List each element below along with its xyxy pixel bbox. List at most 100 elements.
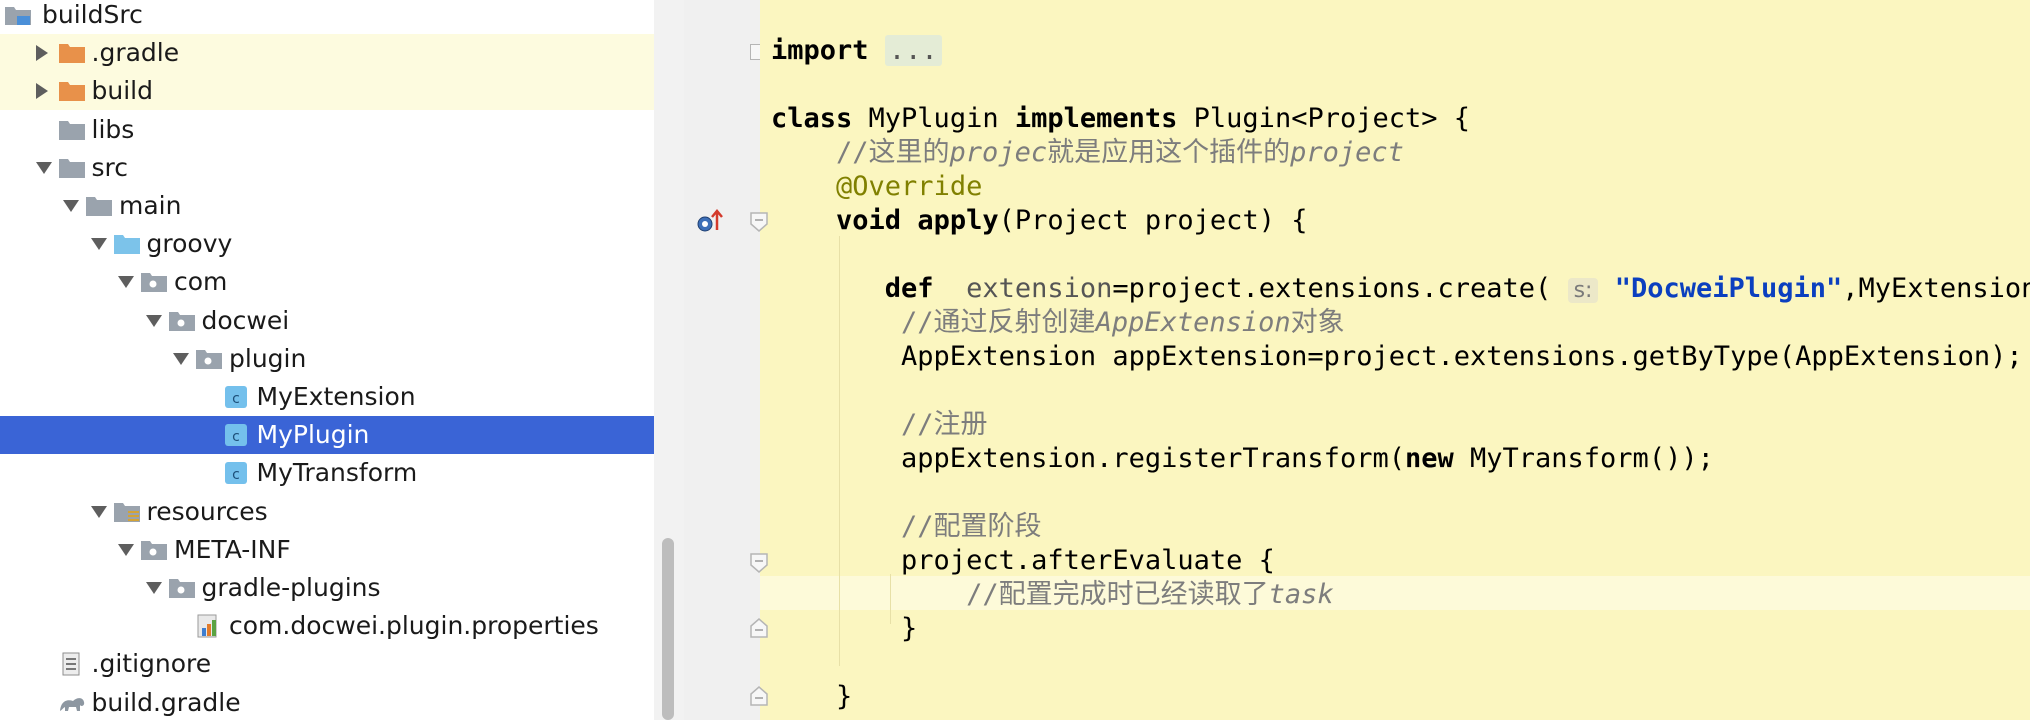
code-token: projec [949, 137, 1048, 168]
tree-item-label: MyTransform [256, 458, 418, 488]
tree-item[interactable]: META-INF [0, 531, 654, 569]
svg-text:c: c [232, 391, 240, 407]
expand-arrow-icon[interactable] [118, 543, 134, 556]
expand-arrow-icon[interactable] [35, 161, 52, 174]
code-line[interactable]: } [771, 680, 852, 714]
tree-item[interactable]: c MyExtension [0, 378, 654, 416]
tree-item[interactable]: resources [0, 493, 654, 531]
code-line[interactable]: appExtension.registerTransform(new MyTra… [771, 442, 1714, 476]
code-token: ... [884, 35, 942, 66]
code-token: implements [1014, 103, 1178, 134]
package-icon [168, 576, 196, 600]
project-tree[interactable]: buildSrc .gradle build libs src main groovy com… [0, 0, 654, 720]
code-line[interactable]: AppExtension appExtension=project.extens… [771, 340, 2023, 374]
editor-gutter[interactable] [684, 0, 766, 720]
source-folder-icon [113, 232, 141, 256]
code-line[interactable]: //通过反射创建AppExtension对象 [771, 306, 1345, 340]
tree-item[interactable]: .gradle [0, 34, 654, 73]
code-token: MyTransform()); [1453, 443, 1714, 474]
module-folder-icon [4, 3, 32, 27]
expand-arrow-icon[interactable] [145, 314, 162, 327]
code-line[interactable]: @Override [771, 170, 982, 204]
code-line[interactable]: project.afterEvaluate { [771, 544, 1275, 578]
code-token: apply [917, 205, 999, 236]
tree-item-label: META-INF [174, 534, 291, 564]
tree-item-label: docwei [201, 305, 290, 335]
code-line[interactable]: def extension=project.extensions.create(… [771, 272, 2030, 306]
code-token: void [836, 205, 902, 236]
code-line[interactable]: void apply(Project project) { [771, 204, 1307, 238]
tree-item[interactable]: main [0, 187, 654, 225]
tree-item[interactable]: docwei [0, 302, 654, 340]
expand-arrow-icon[interactable] [90, 505, 107, 518]
code-token: project [1290, 137, 1404, 168]
fold-collapse-icon[interactable] [750, 212, 768, 232]
tree-item[interactable]: c MyTransform [0, 454, 654, 492]
fold-collapse-icon[interactable] [750, 553, 768, 573]
tree-item[interactable]: com.docwei.plugin.properties [0, 607, 654, 645]
tree-item-label: plugin [229, 343, 307, 373]
folder-icon [58, 118, 86, 142]
expand-arrow-icon[interactable] [63, 200, 79, 212]
tree-item[interactable]: com [0, 263, 654, 301]
tree-item[interactable]: plugin [0, 340, 654, 378]
expand-arrow-icon[interactable] [173, 352, 189, 365]
tree-item-label: gradle-plugins [201, 573, 381, 602]
tree-item-label: resources [146, 496, 268, 526]
tree-item-label: main [119, 191, 182, 220]
tree-item[interactable]: build.gradle [0, 684, 654, 720]
collapse-arrow-icon[interactable] [35, 83, 48, 100]
tree-item[interactable]: buildSrc [0, 0, 654, 34]
tree-item[interactable]: libs [0, 111, 654, 149]
tree-scrollbar-thumb[interactable] [662, 538, 674, 720]
tree-item[interactable]: src [0, 149, 654, 187]
tree-item-label: MyPlugin [256, 420, 370, 450]
tree-item[interactable]: .gitignore [0, 645, 654, 683]
code-token: } [771, 681, 853, 712]
tree-item[interactable]: c MyPlugin [0, 416, 654, 455]
groovy-class-icon: c [223, 385, 251, 409]
package-icon [195, 347, 223, 371]
properties-file-icon [195, 614, 223, 638]
code-token: import [771, 35, 869, 66]
code-line[interactable]: //配置阶段 [771, 510, 1042, 544]
tree-item-label: .gradle [91, 38, 180, 68]
tree-item-label: MyExtension [256, 382, 416, 411]
code-token: //配置完成时已经读取了 [966, 579, 1269, 610]
code-token: 对象 [1290, 307, 1345, 338]
code-token: AppExtension appExtension=project.extens… [771, 341, 2023, 372]
tree-item[interactable]: build [0, 72, 654, 111]
code-line[interactable]: class MyPlugin implements Plugin<Project… [771, 102, 1470, 136]
code-line[interactable]: //注册 [771, 408, 988, 442]
expand-arrow-icon[interactable] [90, 238, 107, 251]
code-line[interactable]: import ... [771, 34, 942, 68]
implement-method-icon[interactable] [695, 206, 725, 236]
fold-end-icon[interactable] [750, 686, 768, 706]
tree-item[interactable]: gradle-plugins [0, 569, 654, 607]
svg-text:c: c [232, 467, 240, 483]
groovy-class-icon: c [223, 461, 251, 485]
tree-item-label: com.docwei.plugin.properties [229, 611, 599, 641]
expand-arrow-icon[interactable] [145, 582, 162, 594]
code-line[interactable]: } [771, 612, 917, 646]
tree-item-label: groovy [146, 229, 233, 259]
code-token: task [1268, 579, 1334, 610]
expand-arrow-icon[interactable] [118, 276, 134, 289]
excluded-folder-icon [58, 79, 86, 103]
fold-end-icon[interactable] [750, 618, 768, 638]
excluded-folder-icon [58, 41, 86, 65]
collapse-arrow-icon[interactable] [35, 45, 48, 62]
tree-item[interactable]: groovy [0, 225, 654, 263]
code-line[interactable]: //这里的projec就是应用这个插件的project [771, 136, 1404, 170]
code-line[interactable]: //配置完成时已经读取了task [771, 578, 1334, 612]
code-editor[interactable]: import ... class MyPlugin implements Plug… [760, 0, 2030, 720]
code-token: class [771, 103, 853, 134]
